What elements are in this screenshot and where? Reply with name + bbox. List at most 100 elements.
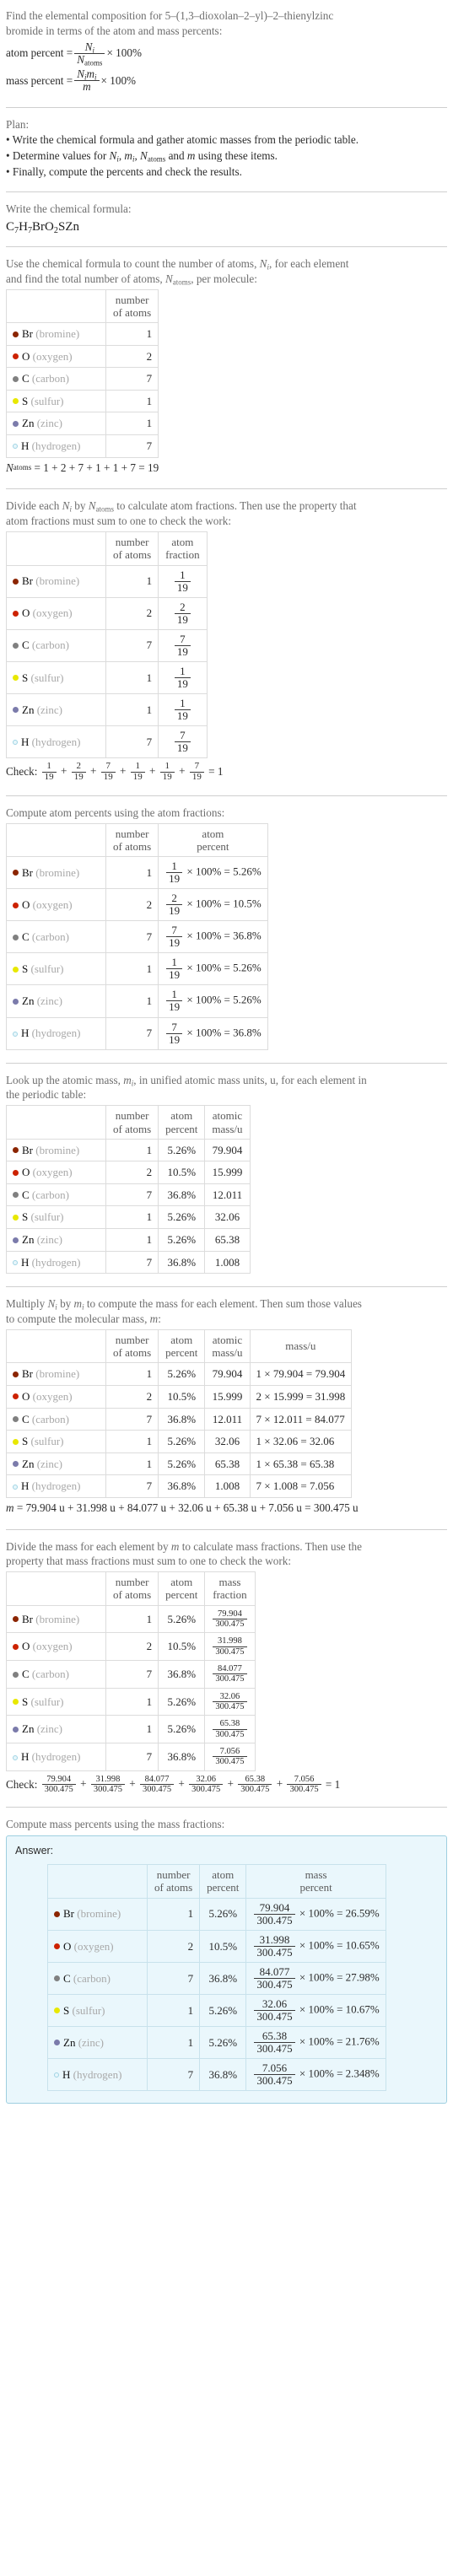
fraction-numerator: 65.38 bbox=[219, 1719, 240, 1729]
element-name: (sulfur) bbox=[30, 1435, 64, 1448]
atom-percent: 36.8% bbox=[158, 1407, 206, 1431]
element-color-dot bbox=[13, 740, 18, 746]
divider bbox=[6, 245, 447, 247]
col-atomic-mass: atomic mass/u bbox=[204, 1328, 251, 1364]
atom-percent: 5.26% bbox=[199, 2025, 247, 2060]
atom-fraction: 7 19 bbox=[158, 628, 208, 662]
fraction: 84.077 300.475 bbox=[254, 1965, 295, 1991]
element-name: (zinc) bbox=[36, 1722, 63, 1736]
element-name: (bromine) bbox=[35, 865, 80, 879]
element-symbol: Zn bbox=[22, 703, 35, 716]
fraction-denominator: 19 bbox=[159, 771, 175, 783]
atom-count: 1 bbox=[105, 1205, 159, 1230]
atom-percent-definition: atom percent = Ni Natoms × 100% bbox=[6, 40, 447, 67]
col-number-of-atoms: number of atoms bbox=[146, 1864, 201, 1899]
col-number-of-atoms: number of atoms bbox=[105, 1328, 159, 1364]
element-name: (oxygen) bbox=[32, 1166, 73, 1179]
table-row: Br (bromine) 1 5.26% 79.904 bbox=[6, 1138, 251, 1162]
atom-count: 1 bbox=[105, 1228, 159, 1252]
fraction-numerator: 79.904 bbox=[46, 1774, 72, 1784]
col-element bbox=[6, 1105, 106, 1140]
check-label: Check: bbox=[6, 765, 38, 779]
fraction: 31.998 300.475 bbox=[213, 1636, 247, 1657]
atom-percent-expression: 1 19 × 100% = 5.26% bbox=[158, 984, 268, 1018]
element-color-dot bbox=[54, 1910, 60, 1917]
atom-count: 7 bbox=[105, 1660, 159, 1689]
mass-fraction-line-2: property that mass fractions must sum to… bbox=[6, 1555, 292, 1568]
mass-expression: 7 × 12.011 = 84.077 bbox=[249, 1407, 353, 1431]
mass-expression: 1 × 79.904 = 79.904 bbox=[249, 1362, 353, 1386]
fraction: 1 19 bbox=[174, 568, 191, 594]
fraction-numerator: 7.056 bbox=[262, 2061, 288, 2075]
atom-percent: 36.8% bbox=[158, 1183, 206, 1207]
fraction-denominator: 300.475 bbox=[139, 1784, 175, 1794]
table-row: Br (bromine) 1 bbox=[6, 322, 159, 346]
fraction: 79.904 300.475 bbox=[213, 1609, 247, 1630]
atomic-mass: 32.06 bbox=[204, 1430, 251, 1453]
col-atom-percent: atom percent bbox=[158, 1571, 206, 1606]
atom-count: 1 bbox=[105, 660, 159, 694]
element-symbol: Zn bbox=[22, 994, 35, 1008]
fraction-numerator: 32.06 bbox=[219, 1691, 240, 1701]
col-element bbox=[6, 288, 106, 324]
atom-count: 1 bbox=[105, 952, 159, 986]
element-color-dot bbox=[13, 1416, 19, 1422]
table-row: S (sulfur) 1 5.26% 32.06 1 × 32.06 = 32.06 bbox=[6, 1430, 353, 1453]
element-name: (oxygen) bbox=[32, 1389, 73, 1403]
fraction-denominator: 300.475 bbox=[213, 1646, 247, 1657]
fraction: 7 19 bbox=[166, 924, 183, 949]
element-symbol: Br bbox=[22, 1367, 33, 1381]
element-name: (bromine) bbox=[35, 327, 80, 341]
atomic-mass: 15.999 bbox=[204, 1384, 251, 1409]
atom-percent-expression: 7 19 × 100% = 36.8% bbox=[158, 920, 268, 954]
divider bbox=[6, 1807, 447, 1808]
table-row: H (hydrogen) 7 36.8% 7.056 300.475 × 100% = … bbox=[47, 2058, 386, 2092]
divider bbox=[6, 795, 447, 796]
mass-percent-expression: 32.06 300.475 × 100% = 10.67% bbox=[245, 1993, 386, 2027]
element-name: (sulfur) bbox=[30, 1210, 64, 1224]
element-color-dot bbox=[13, 578, 19, 585]
fraction-denominator: 300.475 bbox=[254, 1913, 295, 1927]
fraction-denominator: 19 bbox=[166, 936, 183, 949]
atom-percent: 10.5% bbox=[158, 1384, 206, 1409]
element-color-dot bbox=[13, 444, 18, 450]
element-symbol: C bbox=[22, 1668, 30, 1681]
element-color-dot bbox=[13, 375, 19, 382]
fraction: 79.904 300.475 bbox=[41, 1774, 76, 1795]
divider bbox=[6, 106, 447, 108]
atom-count: 1 bbox=[105, 1687, 159, 1716]
element-color-dot bbox=[54, 2007, 60, 2014]
fraction-numerator: 65.38 bbox=[245, 1774, 266, 1784]
element-cell: Br (bromine) bbox=[6, 1138, 106, 1162]
atom-fraction-section: Divide each Ni by Natoms to calculate at… bbox=[6, 495, 447, 789]
element-symbol: Br bbox=[22, 327, 33, 341]
atom-count: 7 bbox=[105, 920, 159, 954]
element-color-dot bbox=[13, 1726, 19, 1733]
element-mass-section: Multiply Ni by mi to compute the mass fo… bbox=[6, 1293, 447, 1522]
element-color-dot bbox=[13, 1169, 19, 1176]
col-mass-percent: mass percent bbox=[245, 1864, 386, 1899]
fraction-numerator: 7 bbox=[180, 728, 186, 741]
fraction-denominator: 19 bbox=[166, 872, 183, 885]
element-name: (carbon) bbox=[31, 639, 69, 652]
fraction-numerator: 1 bbox=[180, 568, 186, 581]
table-row: S (sulfur) 1 5.26% 32.06 bbox=[6, 1205, 251, 1230]
atom-count: 1 bbox=[105, 1604, 159, 1634]
element-symbol: C bbox=[22, 1412, 30, 1425]
fraction-denominator: 19 bbox=[174, 676, 191, 690]
element-color-dot bbox=[13, 1438, 19, 1445]
fraction-line-2: atom fractions must sum to one to check … bbox=[6, 515, 231, 528]
atom-count: 1 bbox=[105, 1715, 159, 1744]
element-cell: O (oxygen) bbox=[6, 1161, 106, 1184]
element-symbol: Br bbox=[22, 1612, 33, 1625]
atomic-mass: 65.38 bbox=[204, 1228, 251, 1252]
atom-percent-label: atom percent = bbox=[6, 46, 73, 60]
element-symbol: S bbox=[22, 962, 29, 976]
table-row: H (hydrogen) 7 bbox=[6, 434, 159, 458]
element-symbol: H bbox=[21, 1750, 30, 1764]
table-row: H (hydrogen) 7 36.8% 1.008 7 × 1.008 = 7.056 bbox=[6, 1474, 353, 1498]
atom-percent: 5.26% bbox=[158, 1362, 206, 1386]
atomic-mass: 32.06 bbox=[204, 1205, 251, 1230]
element-name: (carbon) bbox=[31, 1668, 69, 1681]
fraction-denominator: 19 bbox=[174, 741, 191, 754]
